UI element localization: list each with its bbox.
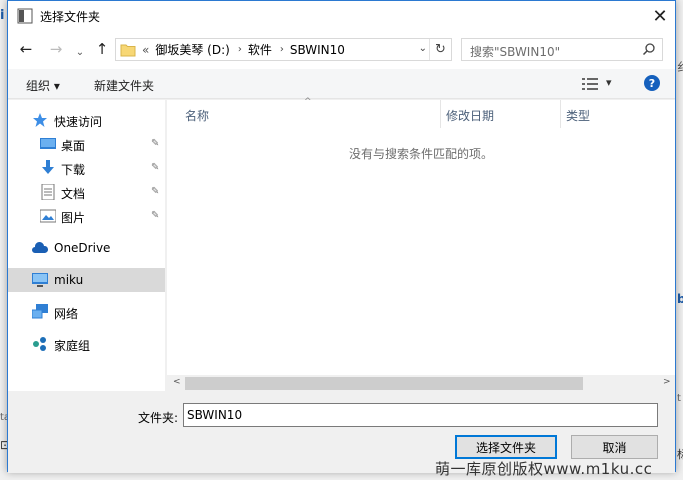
command-toolbar: 组织 ▾ 新建文件夹 ▾ ? xyxy=(8,69,675,99)
sidebar-item-label: 网络 xyxy=(54,307,79,321)
sidebar-item-quick-access[interactable]: 快速访问 xyxy=(8,108,165,132)
view-dropdown-arrow-icon: ▾ xyxy=(606,76,612,89)
background-text-right-lower2: t xyxy=(677,393,681,404)
navigation-bar: ← → ⌄ ↑ « 御坂美琴 (D:) › 软件 › SBWIN10 ⌄ ↻ 搜… xyxy=(8,31,675,69)
breadcrumb-software[interactable]: 软件 xyxy=(248,41,272,58)
breadcrumb-sbwin10[interactable]: SBWIN10 xyxy=(290,43,345,57)
folder-field-label: 文件夹: xyxy=(138,411,179,425)
sort-ascending-icon: ^ xyxy=(304,97,312,107)
folder-picker-dialog: 选择文件夹 ✕ ← → ⌄ ↑ « 御坂美琴 (D:) › 软件 › SBWIN xyxy=(7,0,676,473)
sidebar-item-documents[interactable]: 文档 ✎ xyxy=(8,180,165,204)
pin-icon[interactable]: ✎ xyxy=(151,186,159,197)
column-header-date-modified[interactable]: 修改日期 xyxy=(446,107,494,124)
document-icon xyxy=(41,184,55,200)
sidebar-item-label: 图片 xyxy=(61,211,86,225)
horizontal-scrollbar[interactable]: < > xyxy=(167,375,675,392)
column-header-type[interactable]: 类型 xyxy=(566,107,590,124)
breadcrumb-overflow[interactable]: « xyxy=(142,43,149,57)
file-list: ^ 名称 修改日期 类型 没有与搜索条件匹配的项。 < > xyxy=(167,97,675,392)
search-box[interactable]: 搜索"SBWIN10" xyxy=(461,38,663,61)
close-button[interactable]: ✕ xyxy=(645,1,675,31)
search-icon[interactable] xyxy=(642,42,656,56)
folder-icon xyxy=(120,42,136,58)
watermark-text: 萌一库原创版权www.m1ku.cc xyxy=(435,460,653,478)
breadcrumb-separator-icon[interactable]: › xyxy=(280,44,284,55)
sidebar-item-pictures[interactable]: 图片 ✎ xyxy=(8,204,165,228)
up-arrow-icon: ↑ xyxy=(95,40,109,58)
background-text-left-top: i xyxy=(0,8,5,23)
forward-button[interactable]: → xyxy=(46,39,66,59)
forward-arrow-icon: → xyxy=(49,40,63,58)
cloud-icon xyxy=(32,241,48,253)
new-folder-button[interactable]: 新建文件夹 xyxy=(94,77,154,94)
empty-folder-message: 没有与搜索条件匹配的项。 xyxy=(348,147,493,161)
star-icon xyxy=(33,113,47,127)
sidebar-item-label: 文档 xyxy=(61,187,86,201)
view-options-button[interactable]: ▾ xyxy=(582,76,618,91)
sidebar-item-downloads[interactable]: 下载 ✎ xyxy=(8,156,165,180)
folder-name-input[interactable]: SBWIN10 xyxy=(183,403,658,427)
back-arrow-icon: ← xyxy=(19,40,33,58)
scroll-left-icon[interactable]: < xyxy=(173,377,181,387)
recent-locations-dropdown[interactable]: ⌄ xyxy=(70,42,90,62)
navigation-pane: 快速访问 桌面 ✎ 下载 ✎ 文档 ✎ 图片 ✎ OneDrive miku 网… xyxy=(8,100,165,391)
homegroup-icon xyxy=(33,337,46,351)
sidebar-item-this-pc[interactable]: miku xyxy=(8,268,165,292)
up-button[interactable]: ↑ xyxy=(92,39,112,59)
background-text-right-lower: b xyxy=(677,292,683,306)
sidebar-item-label: 桌面 xyxy=(61,139,86,153)
sidebar-item-label: 家庭组 xyxy=(54,339,91,353)
pin-icon[interactable]: ✎ xyxy=(151,210,159,221)
scroll-right-icon[interactable]: > xyxy=(663,377,671,387)
select-folder-button[interactable]: 选择文件夹 xyxy=(455,435,557,459)
cancel-button[interactable]: 取消 xyxy=(571,435,658,459)
background-text-right-bottom: 标 xyxy=(677,448,683,461)
address-bar[interactable]: « 御坂美琴 (D:) › 软件 › SBWIN10 ⌄ ↻ xyxy=(115,38,452,61)
sidebar-item-label: OneDrive xyxy=(54,241,111,255)
picture-icon xyxy=(40,209,56,223)
download-icon xyxy=(42,160,54,174)
sidebar-item-homegroup[interactable]: 家庭组 xyxy=(8,332,165,356)
address-history-dropdown-icon[interactable]: ⌄ xyxy=(419,43,427,54)
refresh-button[interactable]: ↻ xyxy=(429,39,451,60)
dialog-window-icon xyxy=(17,8,33,24)
chevron-down-icon: ⌄ xyxy=(75,46,85,58)
sidebar-item-onedrive[interactable]: OneDrive xyxy=(8,236,165,260)
computer-icon xyxy=(32,273,48,287)
pin-icon[interactable]: ✎ xyxy=(151,138,159,149)
sidebar-item-label: miku xyxy=(54,273,84,287)
column-divider[interactable] xyxy=(440,100,441,128)
search-placeholder: 搜索"SBWIN10" xyxy=(470,45,561,59)
help-icon[interactable]: ? xyxy=(644,75,660,91)
network-icon xyxy=(32,304,48,319)
scrollbar-thumb[interactable] xyxy=(185,377,583,390)
pin-icon[interactable]: ✎ xyxy=(151,162,159,173)
breadcrumb-separator-icon[interactable]: › xyxy=(238,44,242,55)
dialog-title: 选择文件夹 xyxy=(40,9,101,24)
sidebar-item-desktop[interactable]: 桌面 ✎ xyxy=(8,132,165,156)
sidebar-item-network[interactable]: 网络 xyxy=(8,300,165,324)
column-divider[interactable] xyxy=(560,100,561,128)
desktop-icon xyxy=(40,138,56,149)
sidebar-item-label: 下载 xyxy=(61,163,86,177)
column-header-name[interactable]: 名称 xyxy=(185,107,209,124)
organize-menu[interactable]: 组织 ▾ xyxy=(26,77,60,94)
details-view-icon xyxy=(582,78,598,90)
background-text-right-mid: 纟 xyxy=(677,58,683,75)
back-button[interactable]: ← xyxy=(16,39,36,59)
title-bar[interactable]: 选择文件夹 ✕ xyxy=(8,1,675,31)
breadcrumb-drive[interactable]: 御坂美琴 (D:) xyxy=(155,41,229,58)
sidebar-item-label: 快速访问 xyxy=(54,115,103,129)
